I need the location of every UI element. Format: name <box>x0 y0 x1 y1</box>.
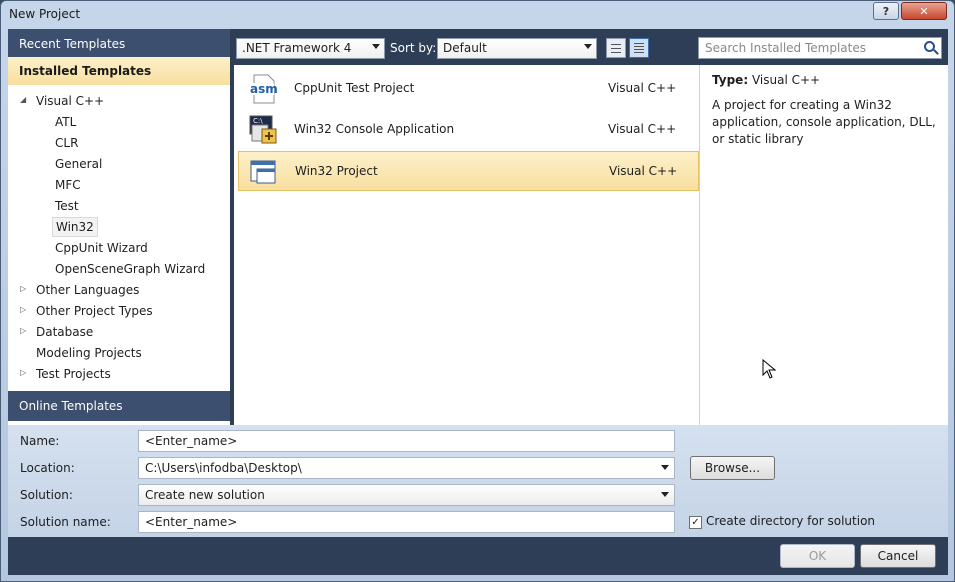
template-details-panel: Type: Visual C++ A project for creating … <box>699 65 948 425</box>
location-combo[interactable]: C:\Users\infodba\Desktop\ <box>138 457 675 479</box>
dialog-button-bar: OK Cancel <box>8 537 948 575</box>
create-directory-label[interactable]: Create directory for solution <box>706 514 875 528</box>
search-templates-input[interactable]: Search Installed Templates <box>698 37 942 59</box>
collapsed-arrow-icon[interactable]: ▷ <box>20 326 30 336</box>
solution-value: Create new solution <box>145 488 265 502</box>
chevron-down-icon <box>372 44 380 49</box>
sort-by-dropdown[interactable]: Default <box>437 38 597 59</box>
project-settings-form: Name: <Enter_name> Location: C:\Users\in… <box>8 425 948 537</box>
small-icons-view-button[interactable] <box>606 38 626 58</box>
asm-project-icon: asm <box>248 74 278 104</box>
collapsed-arrow-icon[interactable]: ▷ <box>20 305 30 315</box>
list-view-button[interactable] <box>629 38 649 58</box>
tree-item-clr[interactable]: CLR <box>55 133 78 153</box>
name-input[interactable]: <Enter_name> <box>138 430 675 452</box>
collapsed-arrow-icon[interactable]: ▷ <box>20 284 30 294</box>
help-button[interactable]: ? <box>873 2 899 20</box>
location-value: C:\Users\infodba\Desktop\ <box>145 461 302 475</box>
tree-item-mfc[interactable]: MFC <box>55 175 81 195</box>
tree-item-label: Test Projects <box>36 367 111 381</box>
tree-item-atl[interactable]: ATL <box>55 112 76 132</box>
tree-item-label: Other Languages <box>36 283 140 297</box>
window-title: New Project <box>9 7 81 21</box>
template-language: Visual C++ <box>608 81 677 95</box>
ok-button[interactable]: OK <box>780 544 855 568</box>
tree-item-modeling-projects[interactable]: Modeling Projects <box>36 343 142 363</box>
template-language: Visual C++ <box>609 164 678 178</box>
tree-item-general[interactable]: General <box>55 154 102 174</box>
solution-label: Solution: <box>20 488 73 502</box>
chevron-down-icon <box>661 492 669 497</box>
solution-dropdown[interactable]: Create new solution <box>138 484 675 506</box>
framework-value: .NET Framework 4 <box>242 41 352 55</box>
recent-templates-header[interactable]: Recent Templates <box>8 29 230 57</box>
tree-item-label: Other Project Types <box>36 304 153 318</box>
template-toolbar: .NET Framework 4 Sort by: Default <box>234 35 694 61</box>
create-directory-checkbox[interactable]: ✓ <box>689 516 702 529</box>
template-row-win32-project[interactable]: Win32 Project Visual C++ <box>238 151 699 191</box>
template-name: CppUnit Test Project <box>294 81 415 95</box>
chevron-down-icon <box>584 44 592 49</box>
console-application-icon: C:\ <box>248 115 278 145</box>
template-type: Type: Visual C++ <box>712 73 820 87</box>
search-placeholder: Search Installed Templates <box>705 41 866 55</box>
template-language: Visual C++ <box>608 122 677 136</box>
sort-by-label: Sort by: <box>390 41 437 55</box>
title-bar[interactable]: New Project ? ✕ <box>1 1 954 29</box>
tree-item-cppunit-wizard[interactable]: CppUnit Wizard <box>55 238 148 258</box>
name-label: Name: <box>20 434 60 448</box>
tree-item-label: Database <box>36 325 94 339</box>
type-value: Visual C++ <box>751 73 821 87</box>
console-icon-text: C:\ <box>253 117 263 125</box>
template-list: asm CppUnit Test Project Visual C++ C:\ … <box>234 65 699 425</box>
cancel-button[interactable]: Cancel <box>860 544 936 568</box>
template-name: Win32 Project <box>295 164 378 178</box>
expanded-arrow-icon[interactable]: ◢ <box>20 95 30 105</box>
tree-item-test[interactable]: Test <box>55 196 79 216</box>
solution-name-label: Solution name: <box>20 515 111 529</box>
win32-window-icon <box>249 157 279 187</box>
mouse-cursor-icon <box>762 359 776 379</box>
tree-item-openscenegraph-wizard[interactable]: OpenSceneGraph Wizard <box>55 259 205 279</box>
search-icon[interactable] <box>924 41 935 52</box>
solution-name-input[interactable]: <Enter_name> <box>138 511 675 533</box>
sort-value: Default <box>443 41 487 55</box>
template-row-cppunit-test-project[interactable]: asm CppUnit Test Project Visual C++ <box>238 69 699 109</box>
type-label: Type: <box>712 73 749 87</box>
tree-item-label: Visual C++ <box>36 94 105 108</box>
collapsed-arrow-icon[interactable]: ▷ <box>20 368 30 378</box>
asm-icon-text: asm <box>250 82 278 96</box>
close-button[interactable]: ✕ <box>901 2 947 20</box>
online-templates-header[interactable]: Online Templates <box>8 391 230 421</box>
browse-button[interactable]: Browse... <box>690 456 775 480</box>
template-row-win32-console-application[interactable]: C:\ Win32 Console Application Visual C++ <box>238 110 699 150</box>
framework-dropdown[interactable]: .NET Framework 4 <box>236 38 385 59</box>
installed-templates-header[interactable]: Installed Templates <box>8 57 230 85</box>
chevron-down-icon[interactable] <box>661 465 669 470</box>
dialog-client: Recent Templates Installed Templates ◢ V… <box>8 29 948 575</box>
template-description: A project for creating a Win32 applicati… <box>712 98 936 146</box>
template-category-panel: Recent Templates Installed Templates ◢ V… <box>8 29 230 425</box>
template-name: Win32 Console Application <box>294 122 455 136</box>
tree-item-win32[interactable]: Win32 <box>52 217 98 237</box>
location-label: Location: <box>20 461 75 475</box>
new-project-dialog: New Project ? ✕ Recent Templates Install… <box>0 0 955 582</box>
